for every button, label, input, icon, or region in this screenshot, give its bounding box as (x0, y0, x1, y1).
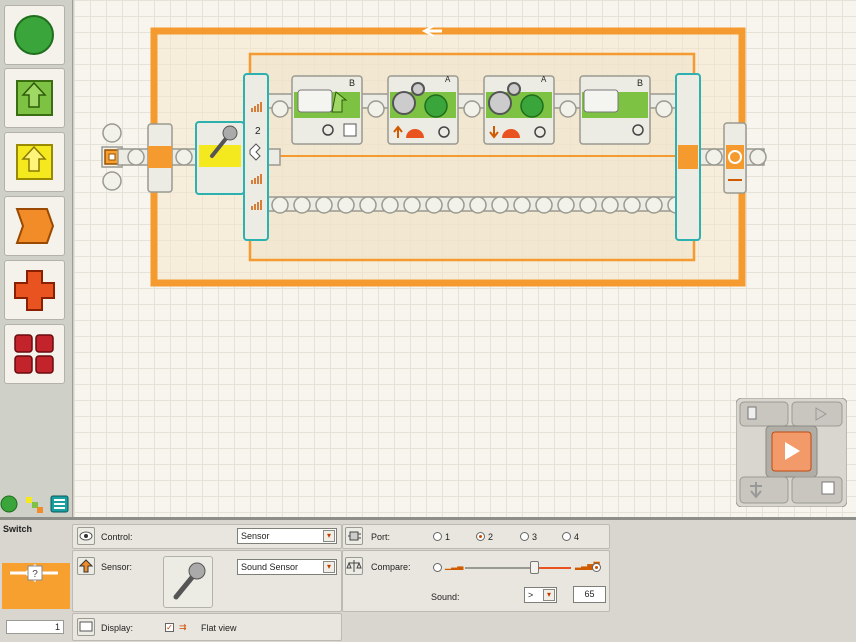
compare-slider-fill (533, 567, 571, 569)
port-group: Port: 1 2 3 4 (342, 524, 610, 549)
flat-view-label: Flat view (201, 623, 237, 633)
display-icon (77, 618, 95, 636)
block-count-field[interactable]: 1 (6, 620, 64, 634)
flat-view-icon: ⇉ (179, 622, 187, 632)
switch-end-post (675, 73, 701, 241)
nxt-window-button[interactable] (739, 401, 789, 427)
sound-sensor-image (163, 556, 213, 608)
colored-squares-icon (26, 497, 43, 513)
control-group: Control: Sensor ▾ (72, 524, 342, 549)
port-label: Port: (371, 532, 391, 542)
chevron-down-icon: ▾ (543, 589, 555, 601)
loop-end-post (723, 122, 747, 194)
sound-sensor-block[interactable] (195, 121, 245, 195)
port-3-label: 3 (532, 532, 538, 542)
chevron-down-icon: ▾ (323, 561, 335, 573)
common-palette-button[interactable] (4, 5, 65, 65)
sensor-up-arrow-icon (16, 144, 53, 180)
port-plug-icon (345, 527, 363, 545)
stop-icon (821, 481, 835, 495)
flow-shape-icon (15, 208, 55, 244)
sound-threshold-field[interactable]: 65 (573, 586, 606, 603)
compare-group: Compare: ▁▂▃ ▂▃▅▇ Sound: > ▾ 65 (342, 550, 610, 612)
compare-low-radio[interactable] (433, 563, 442, 572)
block-port-label: B (349, 78, 356, 88)
chevron-down-icon: ▾ (323, 530, 335, 542)
data-palette-button[interactable] (4, 260, 65, 320)
port-1-label: 1 (445, 532, 451, 542)
palette-tabs (0, 492, 72, 517)
eye-icon (77, 527, 95, 545)
scale-icon (345, 557, 363, 575)
switch-block-icon: ? (2, 551, 70, 609)
green-circle-icon (14, 15, 54, 55)
sound-operator-select[interactable]: > ▾ (524, 587, 557, 603)
nxt-controller (735, 397, 848, 508)
plus-shape-icon (14, 270, 55, 311)
port-4-radio[interactable] (562, 532, 571, 541)
sensor-palette-button[interactable] (4, 132, 65, 192)
sound-label: Sound: (431, 592, 460, 602)
green-dot-icon (0, 495, 18, 513)
stack-icon (50, 495, 69, 513)
move-block-a-2[interactable] (483, 75, 555, 145)
panel-title: Switch (3, 524, 33, 534)
sensor-group: Sensor: Sound Sensor ▾ (72, 550, 342, 612)
port-3-radio[interactable] (520, 532, 529, 541)
sound-operator-value: > (528, 590, 534, 600)
microphone-icon (173, 562, 206, 600)
block-palette (0, 0, 73, 517)
complete-palette-tab[interactable] (24, 494, 44, 514)
common-palette-tab[interactable] (0, 494, 20, 514)
display-group: Display: ✓ ⇉ Flat view (72, 613, 342, 641)
loop-start-post (147, 123, 173, 193)
compare-slider-thumb[interactable] (529, 561, 539, 574)
switch-start-post (243, 73, 269, 241)
advanced-palette-button[interactable] (4, 324, 65, 384)
control-value: Sensor (241, 531, 270, 541)
block-port-label: B (637, 78, 644, 88)
custom-palette-tab[interactable] (50, 494, 70, 514)
control-select[interactable]: Sensor ▾ (237, 528, 337, 544)
svg-text:?: ? (32, 569, 38, 580)
move-block-a-1[interactable] (387, 75, 459, 145)
action-up-arrow-icon (16, 80, 53, 116)
nxt-window-icon (747, 406, 757, 420)
action-palette-button[interactable] (4, 68, 65, 128)
low-volume-icon: ▁▂▃ (445, 561, 464, 570)
port-2-radio[interactable] (476, 532, 485, 541)
sensor-arrow-icon (77, 557, 95, 575)
switch-port-label: 2 (255, 126, 261, 137)
control-label: Control: (101, 532, 133, 542)
port-2-label: 2 (488, 532, 494, 542)
sensor-value: Sound Sensor (241, 562, 299, 572)
port-4-label: 4 (574, 532, 580, 542)
run-selected-button[interactable] (791, 401, 843, 427)
block-port-label: A (541, 75, 547, 84)
compare-label: Compare: (371, 562, 411, 572)
display-label: Display: (101, 623, 134, 633)
block-port-label: A (445, 75, 451, 84)
download-button[interactable] (739, 476, 789, 504)
flat-view-checkbox[interactable]: ✓ (165, 623, 174, 632)
port-1-radio[interactable] (433, 532, 442, 541)
four-squares-icon (14, 334, 54, 374)
compare-high-radio[interactable] (592, 563, 601, 572)
sensor-select[interactable]: Sound Sensor ▾ (237, 559, 337, 575)
flow-palette-button[interactable] (4, 196, 65, 256)
sensor-label: Sensor: (101, 562, 133, 572)
